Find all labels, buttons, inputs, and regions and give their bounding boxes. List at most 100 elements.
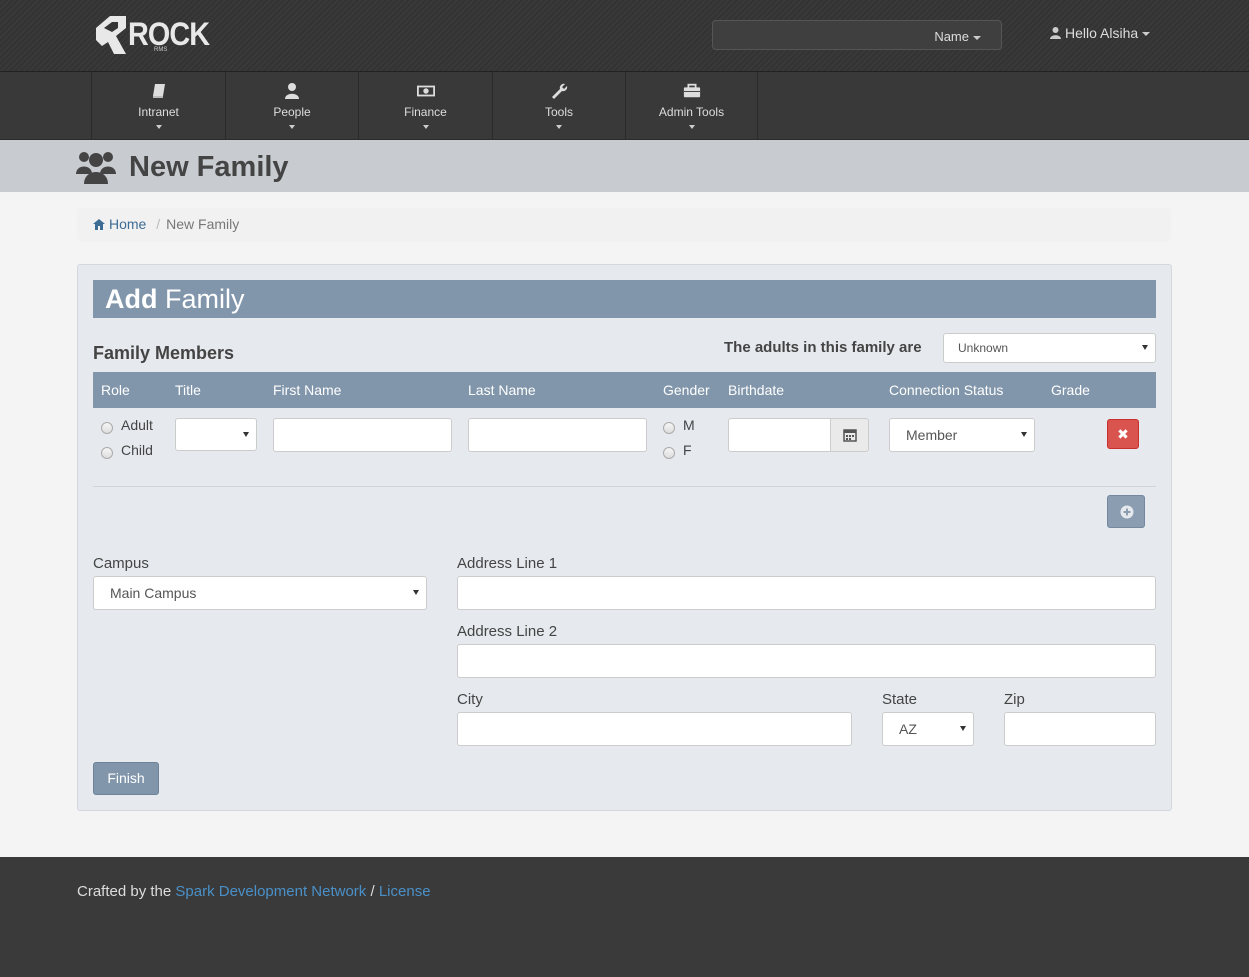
column-header-role: Role xyxy=(101,382,130,398)
money-icon xyxy=(416,85,435,97)
nav-label: Admin Tools xyxy=(658,105,725,119)
breadcrumb: Home / New Family xyxy=(77,208,1171,242)
add-family-panel: Add Family Family Members The adults in … xyxy=(77,264,1172,811)
chevron-down-icon xyxy=(556,125,562,129)
panel-title: Add Family xyxy=(93,280,1156,318)
search-scope-dropdown[interactable]: Name xyxy=(934,29,981,44)
column-header-grade: Grade xyxy=(1051,382,1090,398)
person-icon xyxy=(285,83,299,99)
nav-item-people[interactable]: People xyxy=(225,72,358,140)
breadcrumb-home-link[interactable]: Home xyxy=(93,216,150,232)
family-icon xyxy=(76,152,116,184)
adults-status-select[interactable]: Unknown xyxy=(943,333,1156,363)
chevron-down-icon xyxy=(289,125,295,129)
column-header-first-name: First Name xyxy=(273,382,342,398)
nav-label: Tools xyxy=(544,105,573,119)
nav-label: People xyxy=(273,105,311,119)
breadcrumb-separator: / xyxy=(156,216,161,232)
first-name-field[interactable] xyxy=(273,418,452,452)
rock-logo-mark-icon xyxy=(96,16,126,54)
campus-label: Campus xyxy=(93,555,149,572)
column-header-title: Title xyxy=(175,382,201,398)
nav-item-tools[interactable]: Tools xyxy=(492,72,625,140)
birthdate-field[interactable] xyxy=(728,418,831,452)
column-header-birthdate: Birthdate xyxy=(728,382,785,398)
connection-status-select[interactable]: Member xyxy=(889,418,1035,452)
user-greeting: Hello Alsiha xyxy=(1065,25,1139,41)
city-field[interactable] xyxy=(457,712,852,746)
footer-prefix: Crafted by the xyxy=(77,883,172,900)
chevron-down-icon xyxy=(413,590,419,595)
plus-circle-icon xyxy=(1120,505,1134,519)
page-title: New Family xyxy=(129,151,289,183)
state-value: AZ xyxy=(899,721,917,737)
breadcrumb-current: New Family xyxy=(166,216,240,232)
briefcase-icon xyxy=(683,83,700,98)
chevron-down-icon xyxy=(688,125,695,129)
chevron-down-icon xyxy=(1021,432,1027,437)
nav-item-intranet[interactable]: Intranet xyxy=(91,72,225,140)
footer: Crafted by the Spark Development Network… xyxy=(0,857,1249,977)
column-header-gender: Gender xyxy=(663,382,710,398)
nav-item-finance[interactable]: Finance xyxy=(358,72,492,140)
zip-label: Zip xyxy=(1004,691,1025,708)
breadcrumb-home-label: Home xyxy=(109,216,147,232)
chevron-down-icon xyxy=(243,431,249,437)
chevron-down-icon xyxy=(1142,345,1148,350)
finish-button[interactable]: Finish xyxy=(93,762,159,795)
footer-separator: / xyxy=(370,883,375,900)
birthdate-calendar-button[interactable] xyxy=(830,418,869,452)
nav-item-admin-tools[interactable]: Admin Tools xyxy=(625,72,758,140)
adults-status-label: The adults in this family are xyxy=(724,339,922,356)
connection-status-value: Member xyxy=(906,427,958,443)
license-link[interactable]: License xyxy=(379,883,431,900)
role-adult-radio[interactable] xyxy=(101,422,113,434)
column-header-connection-status: Connection Status xyxy=(889,382,1004,398)
top-header: ROCK RMS Name Hello Alsiha xyxy=(0,0,1249,72)
nav-label: Finance xyxy=(404,105,447,119)
family-members-title: Family Members xyxy=(93,343,235,363)
gender-male-radio[interactable] xyxy=(663,422,675,434)
logo-subtext: RMS xyxy=(154,47,168,53)
book-icon xyxy=(152,84,165,98)
spark-network-link[interactable]: Spark Development Network xyxy=(175,883,366,900)
panel-title-bold: Add xyxy=(105,284,158,314)
zip-field[interactable] xyxy=(1004,712,1156,746)
chevron-down-icon xyxy=(973,35,981,40)
address-line2-field[interactable] xyxy=(457,644,1156,678)
search-input[interactable]: Name xyxy=(712,20,1002,50)
gender-female-label: F xyxy=(683,442,692,458)
gender-male-label: M xyxy=(683,417,695,433)
home-icon xyxy=(93,219,105,230)
column-header-last-name: Last Name xyxy=(468,382,536,398)
role-adult-label: Adult xyxy=(121,417,153,433)
footer-credits: Crafted by the Spark Development Network… xyxy=(77,883,431,900)
page-header: New Family xyxy=(0,140,1249,192)
campus-value: Main Campus xyxy=(110,585,197,601)
chevron-down-icon xyxy=(1142,32,1151,37)
user-icon xyxy=(1050,27,1061,39)
campus-select[interactable]: Main Campus xyxy=(93,576,427,610)
nav-label: Intranet xyxy=(138,105,179,119)
wrench-icon xyxy=(552,83,568,99)
chevron-down-icon xyxy=(960,726,966,731)
calendar-icon xyxy=(843,429,857,442)
role-child-radio[interactable] xyxy=(101,447,113,459)
family-members-table-header: Role Title First Name Last Name Gender B… xyxy=(93,372,1156,408)
last-name-field[interactable] xyxy=(468,418,647,452)
title-select[interactable] xyxy=(175,418,257,451)
rock-logo[interactable]: ROCK RMS xyxy=(92,14,210,56)
chevron-down-icon xyxy=(422,125,429,129)
address-line1-field[interactable] xyxy=(457,576,1156,610)
gender-female-radio[interactable] xyxy=(663,447,675,459)
user-menu[interactable]: Hello Alsiha xyxy=(1050,25,1151,41)
close-icon: ✖ xyxy=(1117,426,1129,442)
address-line1-label: Address Line 1 xyxy=(457,555,558,572)
add-member-button[interactable] xyxy=(1107,495,1145,528)
adults-status-value: Unknown xyxy=(958,341,1009,355)
role-child-label: Child xyxy=(121,442,153,458)
main-nav: Intranet People Finance Tools Admin Tool… xyxy=(0,72,1249,140)
state-select[interactable]: AZ xyxy=(882,712,974,746)
remove-member-button[interactable]: ✖ xyxy=(1107,419,1139,449)
panel-title-light: Family xyxy=(165,284,245,314)
